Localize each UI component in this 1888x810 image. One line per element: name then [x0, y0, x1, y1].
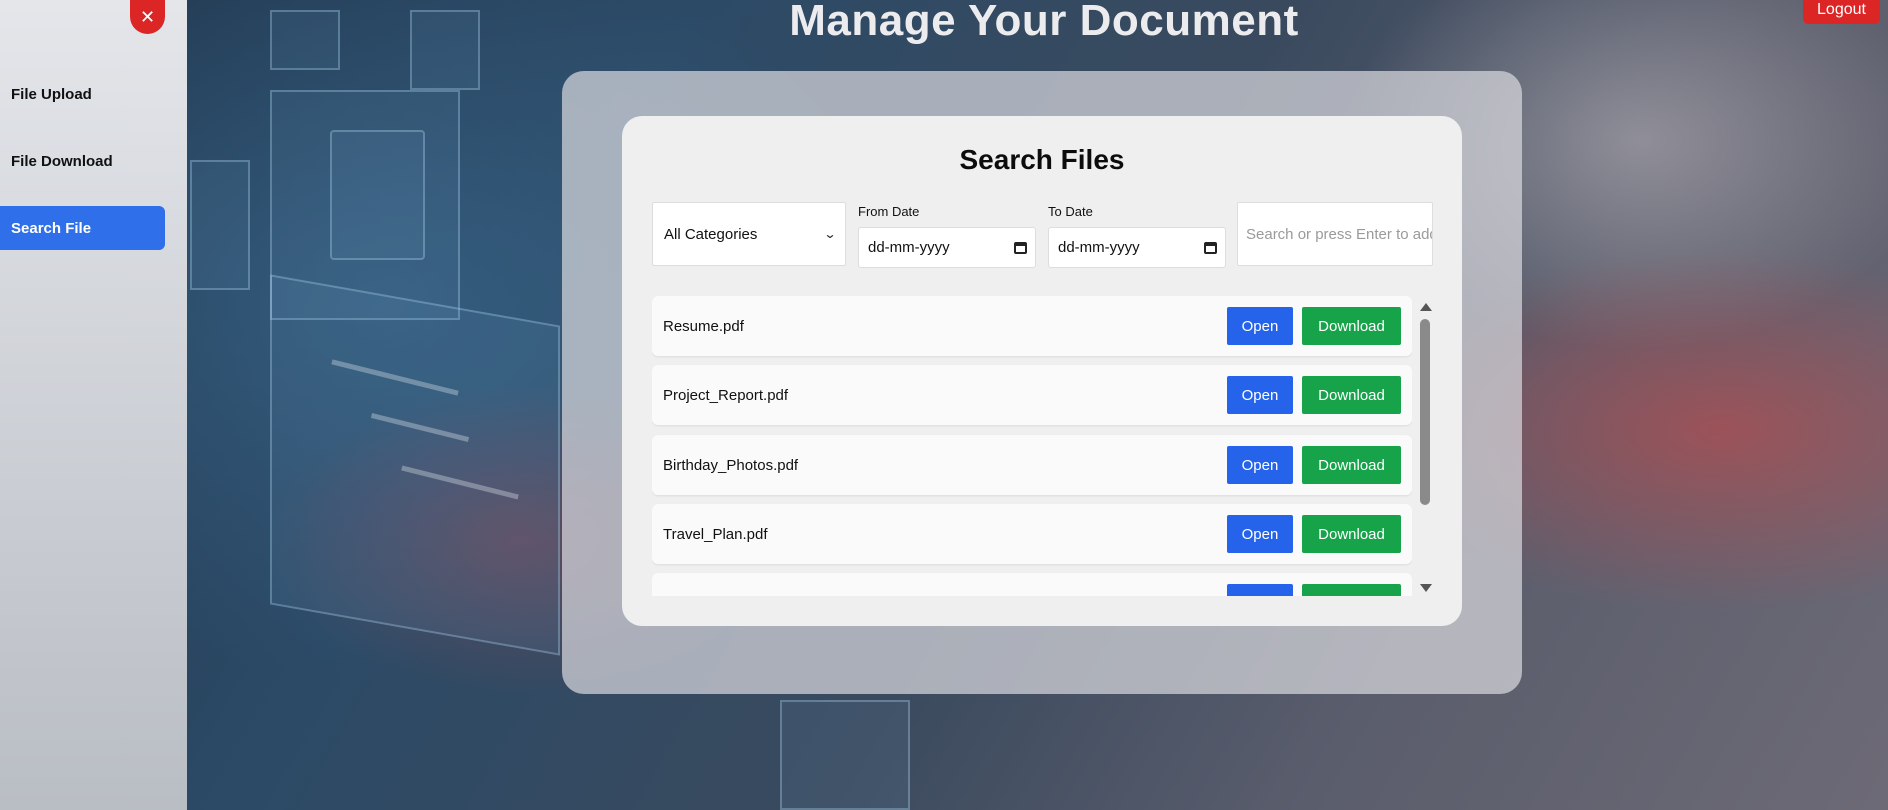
bg-document-graphic — [270, 274, 560, 656]
open-button[interactable] — [1227, 584, 1293, 596]
list-item — [652, 573, 1412, 596]
file-name: Resume.pdf — [663, 317, 744, 335]
sidebar-item-file-download[interactable]: File Download — [0, 139, 165, 183]
list-item: Resume.pdf Open Download — [652, 296, 1412, 356]
search-input[interactable]: Search or press Enter to add — [1237, 202, 1433, 266]
scroll-up-arrow-icon[interactable] — [1420, 303, 1432, 311]
category-select-value: All Categories — [664, 225, 758, 243]
download-button[interactable]: Download — [1302, 307, 1401, 345]
sidebar-item-label: File Upload — [11, 85, 92, 103]
to-date-input[interactable]: dd-mm-yyyy — [1048, 227, 1226, 268]
download-button[interactable]: Download — [1302, 376, 1401, 414]
sidebar-item-label: File Download — [11, 152, 113, 170]
scroll-down-arrow-icon[interactable] — [1420, 584, 1432, 592]
card-title: Search Files — [959, 144, 1125, 175]
list-item: Project_Report.pdf Open Download — [652, 365, 1412, 425]
download-button[interactable] — [1302, 584, 1401, 596]
from-date-group: From Date dd-mm-yyyy — [858, 204, 1036, 268]
file-name: Travel_Plan.pdf — [663, 525, 768, 543]
list-item: Birthday_Photos.pdf Open Download — [652, 435, 1412, 495]
calendar-icon[interactable] — [1204, 241, 1217, 254]
sidebar-item-file-upload[interactable]: File Upload — [0, 72, 165, 116]
bg-document-graphic — [780, 700, 910, 810]
bg-document-graphic — [190, 160, 250, 290]
calendar-icon[interactable] — [1014, 241, 1027, 254]
logout-button[interactable]: Logout — [1803, 0, 1880, 24]
sidebar-item-label: Search File — [11, 219, 92, 237]
download-button[interactable]: Download — [1302, 515, 1401, 553]
file-list-scrollbar[interactable] — [1417, 296, 1433, 596]
to-date-value: dd-mm-yyyy — [1058, 239, 1140, 256]
category-select[interactable]: All Categories ⌄ — [652, 202, 846, 266]
open-button[interactable]: Open — [1227, 376, 1293, 414]
scrollbar-thumb[interactable] — [1420, 319, 1430, 505]
file-name: Birthday_Photos.pdf — [663, 456, 799, 474]
from-date-input[interactable]: dd-mm-yyyy — [858, 227, 1036, 268]
from-date-label: From Date — [858, 204, 920, 219]
open-button[interactable]: Open — [1227, 307, 1293, 345]
search-files-card: Search Files All Categories ⌄ From Date … — [622, 116, 1462, 626]
sidebar-item-search-file[interactable]: Search File — [0, 206, 165, 250]
open-button[interactable]: Open — [1227, 446, 1293, 484]
file-list: Resume.pdf Open Download Project_Report.… — [652, 296, 1412, 596]
bg-document-graphic — [330, 130, 425, 260]
frosted-panel: Search Files All Categories ⌄ From Date … — [562, 71, 1522, 694]
chevron-down-icon: ⌄ — [823, 227, 837, 241]
file-name: Project_Report.pdf — [663, 386, 789, 404]
list-item: Travel_Plan.pdf Open Download — [652, 504, 1412, 564]
open-button[interactable]: Open — [1227, 515, 1293, 553]
search-placeholder: Search or press Enter to add — [1246, 225, 1433, 243]
page-title: Manage Your Document — [789, 0, 1299, 45]
download-button[interactable]: Download — [1302, 446, 1401, 484]
sidebar: ✕ File Upload File Download Search File — [0, 0, 187, 810]
to-date-group: To Date dd-mm-yyyy — [1048, 204, 1226, 268]
from-date-value: dd-mm-yyyy — [868, 239, 950, 256]
to-date-label: To Date — [1048, 204, 1093, 219]
